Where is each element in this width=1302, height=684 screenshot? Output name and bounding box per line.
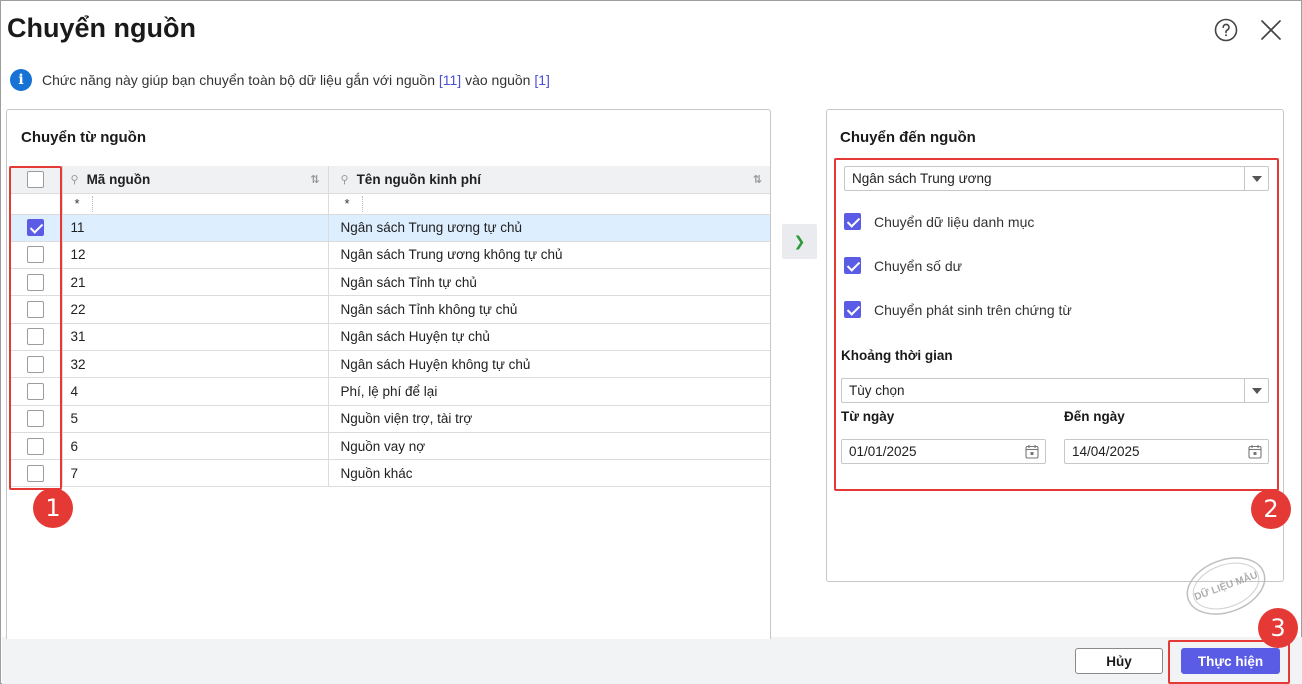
sort-icon[interactable]: ⇅ <box>310 173 319 186</box>
row-name: Ngân sách Tỉnh tự chủ <box>327 268 770 297</box>
source-from-title: Chuyển từ nguồn <box>21 129 147 146</box>
row-code: 11 <box>61 214 328 242</box>
cancel-button[interactable]: Hủy <box>1075 648 1163 674</box>
table-row[interactable]: 5 Nguồn viện trợ, tài trợ <box>10 405 770 433</box>
source-from-link: [11] <box>438 72 462 88</box>
dialog-title: Chuyển nguồn <box>7 13 196 43</box>
filter-name-input[interactable]: * <box>327 193 770 215</box>
table-filter-row: * * <box>10 193 770 215</box>
source-table: ⚲ Mã nguồn ⇅ ⚲ Tên nguồn kinh phí ⇅ * * 11… <box>10 166 770 488</box>
row-name: Ngân sách Huyện tự chủ <box>327 323 770 351</box>
row-name: Ngân sách Huyện không tự chủ <box>327 350 770 379</box>
column-header-name[interactable]: ⚲ Tên nguồn kinh phí ⇅ <box>327 166 770 194</box>
row-code: 32 <box>61 350 328 379</box>
pin-icon[interactable]: ⚲ <box>71 173 79 186</box>
filter-code-input[interactable]: * <box>61 193 328 215</box>
move-right-button[interactable]: ❯ <box>782 224 817 259</box>
row-name: Nguồn vay nợ <box>327 432 770 461</box>
transfer-source-dialog: Chuyển nguồn i Chức năng này giúp bạn ch… <box>0 0 1302 684</box>
table-row[interactable]: 7 Nguồn khác <box>10 459 770 488</box>
row-name: Nguồn khác <box>327 459 770 488</box>
annotation-badge-2: 2 <box>1251 489 1291 529</box>
table-row[interactable]: 4 Phí, lệ phí để lại <box>10 377 770 406</box>
help-icon[interactable] <box>1214 18 1238 42</box>
info-text: Chức năng này giúp bạn chuyển toàn bộ dữ… <box>42 72 550 88</box>
row-name: Ngân sách Trung ương tự chủ <box>327 214 770 242</box>
pin-icon[interactable]: ⚲ <box>341 173 349 186</box>
table-row[interactable]: 21 Ngân sách Tỉnh tự chủ <box>10 268 770 297</box>
row-name: Ngân sách Trung ương không tự chủ <box>327 241 770 270</box>
table-header-row: ⚲ Mã nguồn ⇅ ⚲ Tên nguồn kinh phí ⇅ <box>10 166 770 194</box>
chevron-right-icon: ❯ <box>793 233 806 249</box>
table-row[interactable]: 31 Ngân sách Huyện tự chủ <box>10 323 770 351</box>
info-icon: i <box>10 69 32 91</box>
table-row[interactable]: 11 Ngân sách Trung ương tự chủ <box>10 214 770 242</box>
table-row[interactable]: 32 Ngân sách Huyện không tự chủ <box>10 350 770 379</box>
row-code: 5 <box>61 405 328 433</box>
table-row[interactable]: 22 Ngân sách Tỉnh không tự chủ <box>10 295 770 324</box>
annotation-box-target <box>834 158 1279 491</box>
column-header-code[interactable]: ⚲ Mã nguồn ⇅ <box>61 166 328 194</box>
info-banner: i Chức năng này giúp bạn chuyển toàn bộ … <box>10 69 550 91</box>
source-to-title: Chuyển đến nguồn <box>840 129 976 146</box>
row-code: 31 <box>61 323 328 351</box>
close-icon[interactable] <box>1259 18 1283 42</box>
row-code: 4 <box>61 377 328 406</box>
row-code: 6 <box>61 432 328 461</box>
annotation-box-checkboxes <box>9 166 62 490</box>
annotation-badge-1: 1 <box>33 488 73 528</box>
sort-icon[interactable]: ⇅ <box>753 173 762 186</box>
row-code: 22 <box>61 295 328 324</box>
annotation-badge-3: 3 <box>1258 608 1298 648</box>
table-row[interactable]: 12 Ngân sách Trung ương không tự chủ <box>10 241 770 270</box>
row-code: 12 <box>61 241 328 270</box>
row-name: Ngân sách Tỉnh không tự chủ <box>327 295 770 324</box>
source-to-link: [1] <box>534 72 550 88</box>
row-code: 7 <box>61 459 328 488</box>
row-name: Phí, lệ phí để lại <box>327 377 770 406</box>
row-name: Nguồn viện trợ, tài trợ <box>327 405 770 433</box>
row-code: 21 <box>61 268 328 297</box>
table-row[interactable]: 6 Nguồn vay nợ <box>10 432 770 461</box>
